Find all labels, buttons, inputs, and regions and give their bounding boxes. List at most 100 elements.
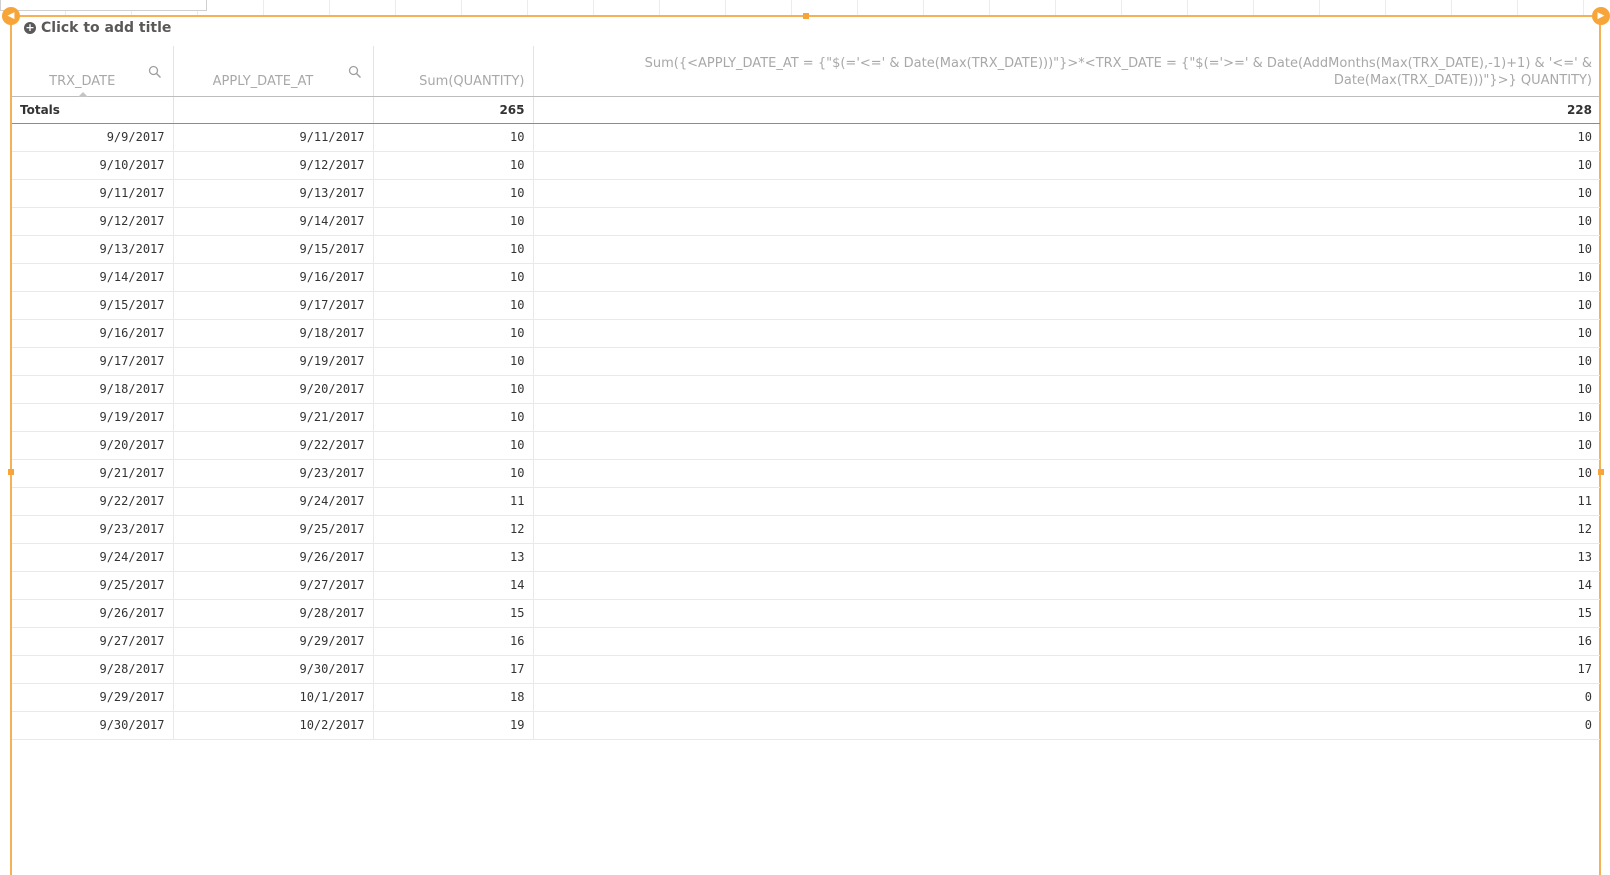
cell-sum-quantity[interactable]: 10 [373, 459, 534, 488]
cell-trx-date[interactable]: 9/26/2017 [12, 599, 174, 628]
cell-set-expression[interactable]: 14 [533, 571, 1600, 600]
cell-apply-date-at[interactable]: 9/28/2017 [173, 599, 374, 628]
cell-sum-quantity[interactable]: 15 [373, 599, 534, 628]
cell-sum-quantity[interactable]: 18 [373, 683, 534, 712]
cell-apply-date-at[interactable]: 9/16/2017 [173, 263, 374, 292]
cell-set-expression[interactable]: 0 [533, 711, 1600, 740]
cell-sum-quantity[interactable]: 14 [373, 571, 534, 600]
cell-trx-date[interactable]: 9/16/2017 [12, 319, 174, 348]
cell-set-expression[interactable]: 10 [533, 403, 1600, 432]
cell-sum-quantity[interactable]: 10 [373, 179, 534, 208]
table-row[interactable]: 9/13/2017 9/15/2017 10 10 [12, 235, 1600, 264]
cell-set-expression[interactable]: 10 [533, 347, 1600, 376]
table-row[interactable]: 9/15/2017 9/17/2017 10 10 [12, 291, 1600, 320]
cell-apply-date-at[interactable]: 9/26/2017 [173, 543, 374, 572]
table-row[interactable]: 9/25/2017 9/27/2017 14 14 [12, 571, 1600, 600]
table-row[interactable]: 9/17/2017 9/19/2017 10 10 [12, 347, 1600, 376]
cell-apply-date-at[interactable]: 9/13/2017 [173, 179, 374, 208]
table-row[interactable]: 9/14/2017 9/16/2017 10 10 [12, 263, 1600, 292]
cell-set-expression[interactable]: 16 [533, 627, 1600, 656]
table-row[interactable]: 9/26/2017 9/28/2017 15 15 [12, 599, 1600, 628]
column-header-trx-date[interactable]: TRX_DATE [12, 46, 174, 97]
cell-set-expression[interactable]: 10 [533, 263, 1600, 292]
cell-set-expression[interactable]: 11 [533, 487, 1600, 516]
table-row[interactable]: 9/20/2017 9/22/2017 10 10 [12, 431, 1600, 460]
cell-sum-quantity[interactable]: 10 [373, 207, 534, 236]
cell-sum-quantity[interactable]: 10 [373, 151, 534, 180]
resize-handle-top-left-icon[interactable]: ◀ [2, 7, 20, 25]
cell-sum-quantity[interactable]: 10 [373, 235, 534, 264]
cell-trx-date[interactable]: 9/20/2017 [12, 431, 174, 460]
table-row[interactable]: 9/28/2017 9/30/2017 17 17 [12, 655, 1600, 684]
table-row[interactable]: 9/23/2017 9/25/2017 12 12 [12, 515, 1600, 544]
table-row[interactable]: 9/24/2017 9/26/2017 13 13 [12, 543, 1600, 572]
column-header-sum-quantity[interactable]: Sum(QUANTITY) [373, 46, 534, 97]
cell-sum-quantity[interactable]: 10 [373, 123, 534, 152]
cell-set-expression[interactable]: 10 [533, 319, 1600, 348]
cell-apply-date-at[interactable]: 9/24/2017 [173, 487, 374, 516]
cell-apply-date-at[interactable]: 9/21/2017 [173, 403, 374, 432]
cell-trx-date[interactable]: 9/9/2017 [12, 123, 174, 152]
cell-set-expression[interactable]: 10 [533, 179, 1600, 208]
cell-sum-quantity[interactable]: 12 [373, 515, 534, 544]
cell-set-expression[interactable]: 10 [533, 375, 1600, 404]
cell-sum-quantity[interactable]: 10 [373, 319, 534, 348]
cell-sum-quantity[interactable]: 10 [373, 403, 534, 432]
cell-set-expression[interactable]: 10 [533, 123, 1600, 152]
cell-apply-date-at[interactable]: 9/20/2017 [173, 375, 374, 404]
cell-apply-date-at[interactable]: 9/15/2017 [173, 235, 374, 264]
cell-apply-date-at[interactable]: 9/23/2017 [173, 459, 374, 488]
cell-apply-date-at[interactable]: 9/17/2017 [173, 291, 374, 320]
cell-apply-date-at[interactable]: 9/25/2017 [173, 515, 374, 544]
cell-trx-date[interactable]: 9/19/2017 [12, 403, 174, 432]
cell-sum-quantity[interactable]: 19 [373, 711, 534, 740]
cell-sum-quantity[interactable]: 10 [373, 347, 534, 376]
cell-trx-date[interactable]: 9/10/2017 [12, 151, 174, 180]
table-row[interactable]: 9/22/2017 9/24/2017 11 11 [12, 487, 1600, 516]
cell-set-expression[interactable]: 10 [533, 291, 1600, 320]
cell-sum-quantity[interactable]: 10 [373, 263, 534, 292]
cell-trx-date[interactable]: 9/15/2017 [12, 291, 174, 320]
resize-handle-top-right-icon[interactable]: ▶ [1592, 7, 1610, 25]
table-row[interactable]: 9/16/2017 9/18/2017 10 10 [12, 319, 1600, 348]
cell-trx-date[interactable]: 9/17/2017 [12, 347, 174, 376]
cell-trx-date[interactable]: 9/24/2017 [12, 543, 174, 572]
cell-apply-date-at[interactable]: 10/2/2017 [173, 711, 374, 740]
cell-apply-date-at[interactable]: 9/30/2017 [173, 655, 374, 684]
column-header-apply-date-at[interactable]: APPLY_DATE_AT [173, 46, 374, 97]
cell-sum-quantity[interactable]: 16 [373, 627, 534, 656]
cell-apply-date-at[interactable]: 9/11/2017 [173, 123, 374, 152]
cell-apply-date-at[interactable]: 9/14/2017 [173, 207, 374, 236]
table-row[interactable]: 9/11/2017 9/13/2017 10 10 [12, 179, 1600, 208]
cell-set-expression[interactable]: 10 [533, 235, 1600, 264]
table-row[interactable]: 9/9/2017 9/11/2017 10 10 [12, 123, 1600, 152]
cell-trx-date[interactable]: 9/27/2017 [12, 627, 174, 656]
resize-handle-top[interactable] [803, 13, 809, 19]
cell-trx-date[interactable]: 9/11/2017 [12, 179, 174, 208]
cell-set-expression[interactable]: 10 [533, 207, 1600, 236]
table-row[interactable]: 9/10/2017 9/12/2017 10 10 [12, 151, 1600, 180]
cell-trx-date[interactable]: 9/22/2017 [12, 487, 174, 516]
cell-trx-date[interactable]: 9/14/2017 [12, 263, 174, 292]
cell-set-expression[interactable]: 17 [533, 655, 1600, 684]
cell-trx-date[interactable]: 9/12/2017 [12, 207, 174, 236]
table-row[interactable]: 9/30/2017 10/2/2017 19 0 [12, 711, 1600, 740]
table-row[interactable]: 9/27/2017 9/29/2017 16 16 [12, 627, 1600, 656]
search-icon[interactable] [348, 65, 362, 79]
cell-apply-date-at[interactable]: 10/1/2017 [173, 683, 374, 712]
cell-apply-date-at[interactable]: 9/27/2017 [173, 571, 374, 600]
cell-set-expression[interactable]: 10 [533, 431, 1600, 460]
column-header-set-expression[interactable]: Sum({<APPLY_DATE_AT = {"$(='<=' & Date(M… [533, 46, 1600, 97]
cell-set-expression[interactable]: 10 [533, 459, 1600, 488]
cell-set-expression[interactable]: 12 [533, 515, 1600, 544]
cell-apply-date-at[interactable]: 9/12/2017 [173, 151, 374, 180]
table-row[interactable]: 9/29/2017 10/1/2017 18 0 [12, 683, 1600, 712]
cell-trx-date[interactable]: 9/29/2017 [12, 683, 174, 712]
table-row[interactable]: 9/18/2017 9/20/2017 10 10 [12, 375, 1600, 404]
search-icon[interactable] [148, 65, 162, 79]
cell-sum-quantity[interactable]: 10 [373, 291, 534, 320]
cell-trx-date[interactable]: 9/25/2017 [12, 571, 174, 600]
cell-trx-date[interactable]: 9/23/2017 [12, 515, 174, 544]
cell-set-expression[interactable]: 13 [533, 543, 1600, 572]
cell-sum-quantity[interactable]: 10 [373, 375, 534, 404]
